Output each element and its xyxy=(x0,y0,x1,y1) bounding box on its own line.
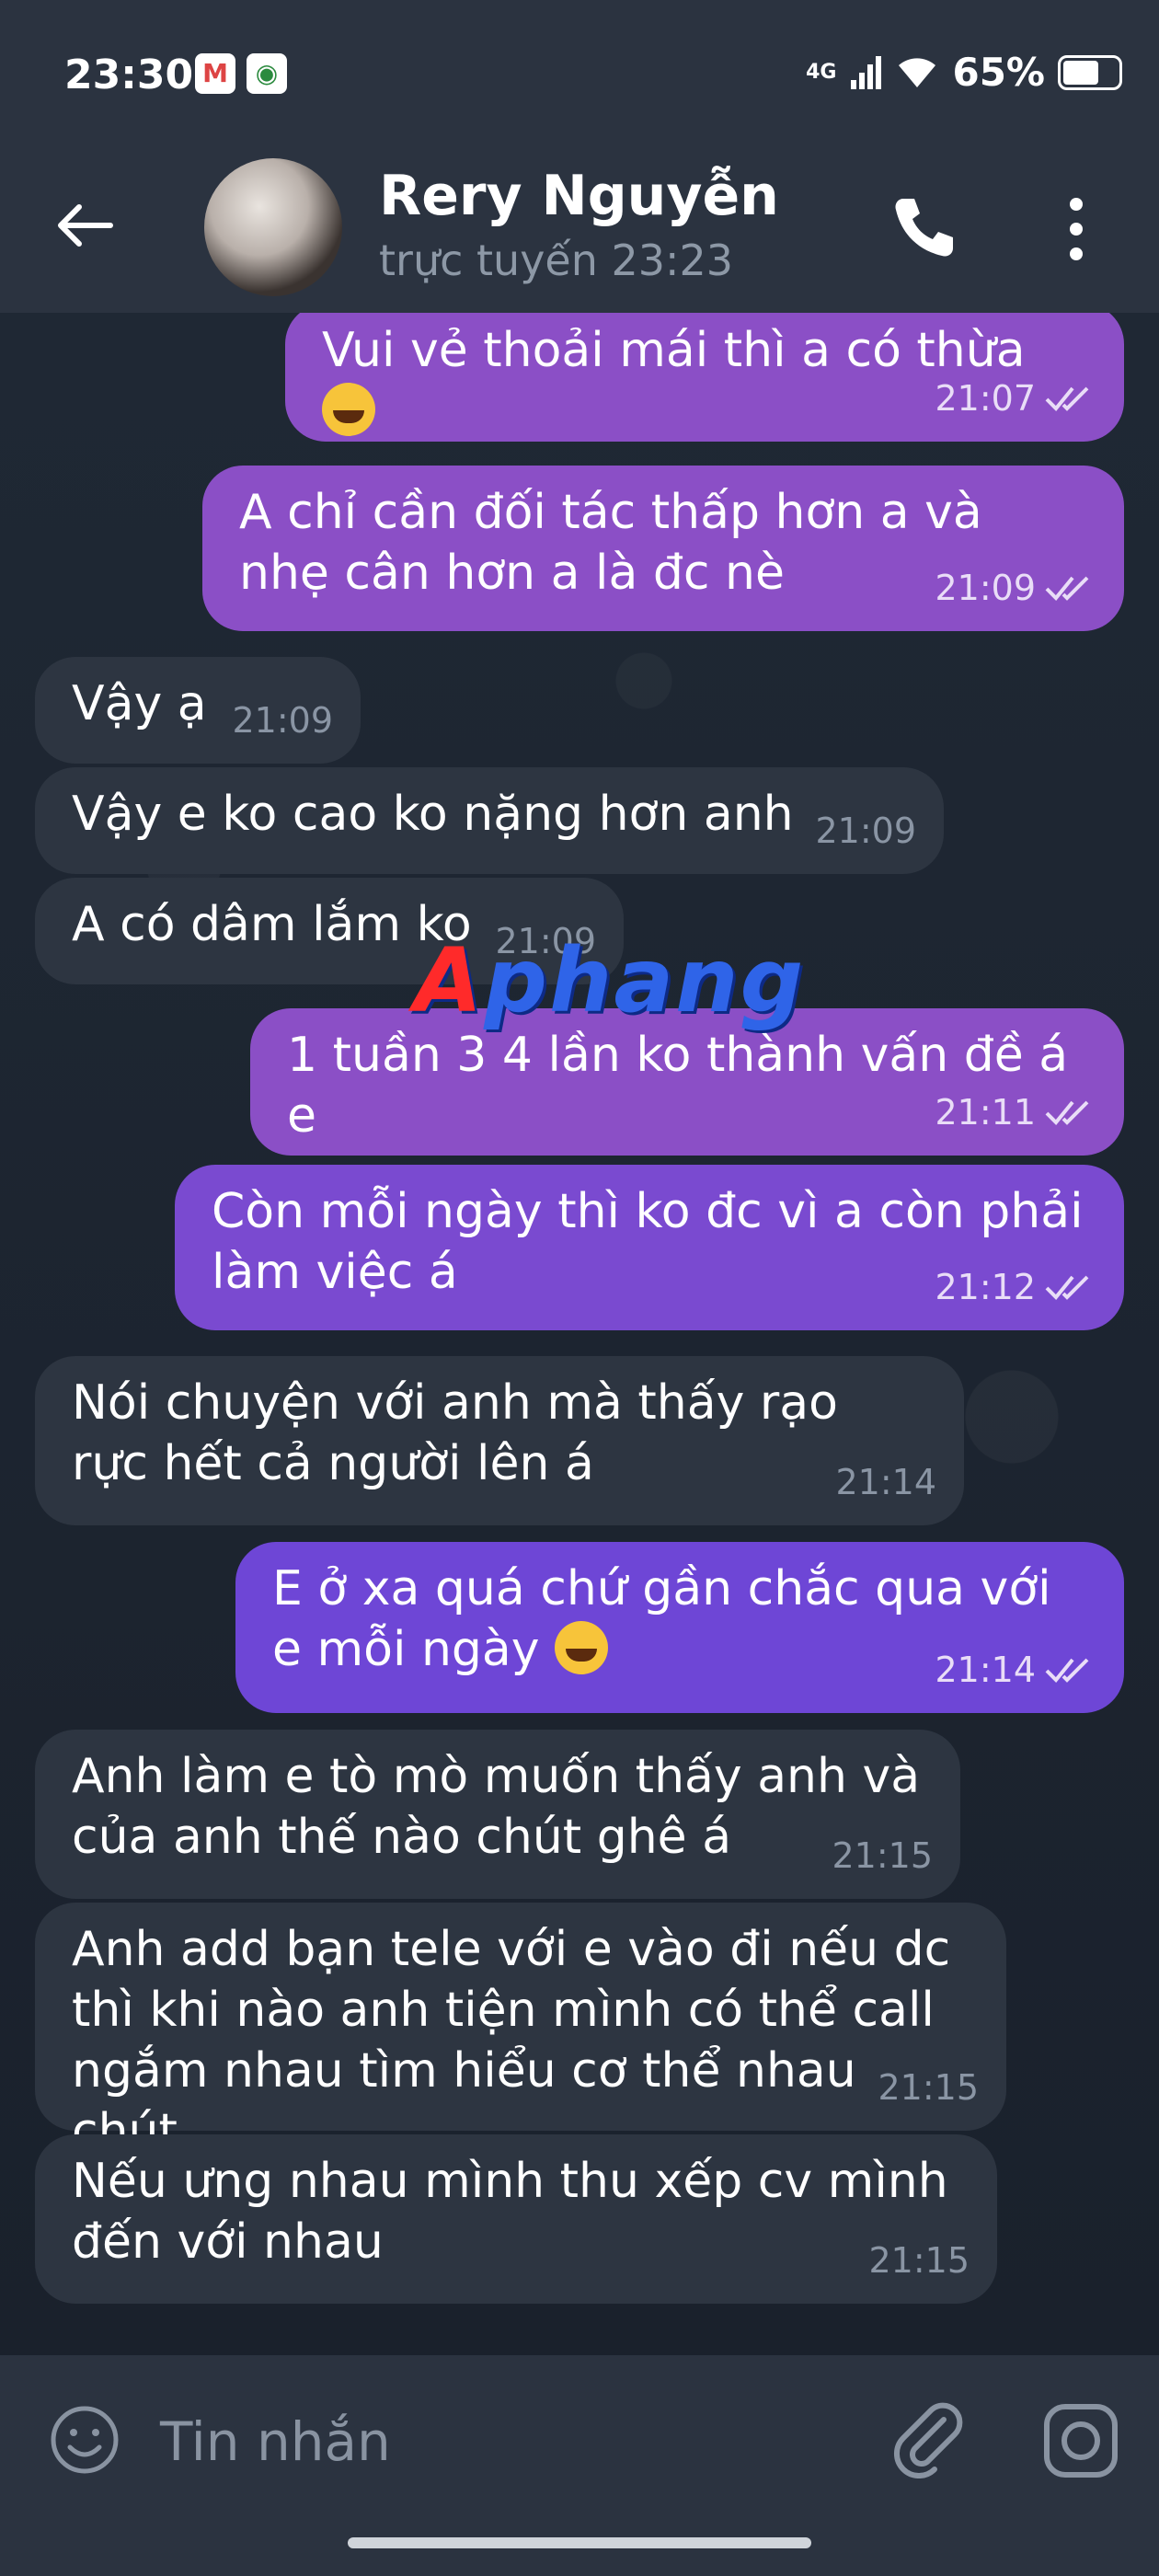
double-check-icon xyxy=(1045,1658,1089,1683)
signal-icon xyxy=(851,55,882,89)
message-outgoing[interactable]: A chỉ cần đối tác thấp hơn a và nhẹ cân … xyxy=(202,466,1124,631)
composer-bar: Tin nhắn xyxy=(0,2355,1159,2521)
message-time: 21:15 xyxy=(868,2240,970,2281)
laughing-emoji-icon xyxy=(555,1621,609,1674)
message-incoming[interactable]: Vậy ạ 21:09 xyxy=(35,657,361,764)
message-incoming[interactable]: Nếu ưng nhau mình thu xếp cv mình đến vớ… xyxy=(35,2134,997,2304)
message-meta: 21:15 xyxy=(832,1825,933,1886)
arrow-left-icon[interactable] xyxy=(55,202,114,248)
message-outgoing[interactable]: Vui vẻ thoải mái thì a có thừa 21:07 xyxy=(285,313,1124,442)
message-meta: 21:09 xyxy=(815,800,916,861)
message-incoming[interactable]: Anh làm e tò mò muốn thấy anh và của anh… xyxy=(35,1730,960,1899)
message-incoming[interactable]: Vậy e ko cao ko nặng hơn anh 21:09 xyxy=(35,767,944,874)
message-incoming[interactable]: Nói chuyện với anh mà thấy rạo rực hết c… xyxy=(35,1356,964,1525)
message-meta: 21:15 xyxy=(868,2230,970,2291)
message-outgoing[interactable]: Còn mỗi ngày thì ko đc vì a còn phải làm… xyxy=(175,1165,1124,1330)
message-meta: 21:07 xyxy=(935,368,1096,429)
message-time: 21:09 xyxy=(815,811,916,851)
message-input[interactable]: Tin nhắn xyxy=(160,2410,391,2473)
message-text: Anh add bạn tele với e vào đi nếu dc thì… xyxy=(72,1922,951,2159)
message-meta: 21:15 xyxy=(878,2057,979,2118)
chrome-icon: ◉ xyxy=(247,53,287,94)
status-bar: 23:30 M ◉ 4G 65% xyxy=(0,0,1159,156)
system-nav-bar xyxy=(0,2521,1159,2576)
battery-icon xyxy=(1058,54,1122,90)
message-text: Anh làm e tò mò muốn thấy anh và của anh… xyxy=(72,1749,921,1865)
message-incoming[interactable]: Anh add bạn tele với e vào đi nếu dc thì… xyxy=(35,1903,1006,2159)
message-text: Vui vẻ thoải mái thì a có thừa xyxy=(322,323,1026,378)
message-text: A có dâm lắm ko xyxy=(72,897,472,952)
message-meta: 21:11 xyxy=(935,1082,1096,1143)
message-time: 21:12 xyxy=(935,1267,1036,1307)
double-check-icon xyxy=(1045,1275,1089,1300)
double-check-icon xyxy=(1045,1100,1089,1125)
message-meta: 21:09 xyxy=(232,690,333,751)
message-list[interactable]: Vui vẻ thoải mái thì a có thừa 21:07 A c… xyxy=(0,313,1159,2355)
battery-percent: 65% xyxy=(952,50,1045,95)
message-time: 21:09 xyxy=(935,568,1036,608)
network-type: 4G xyxy=(806,61,837,84)
contact-name[interactable]: Rery Nguyễn xyxy=(379,164,779,228)
message-text: Vậy e ko cao ko nặng hơn anh xyxy=(72,787,794,842)
more-vert-icon[interactable] xyxy=(1067,195,1085,263)
message-meta: 21:14 xyxy=(935,1639,1096,1700)
message-meta: 21:14 xyxy=(835,1452,936,1512)
message-time: 21:14 xyxy=(935,1650,1036,1690)
chat-header: Rery Nguyễn trực tuyến 23:23 xyxy=(0,138,1159,313)
wifi-icon xyxy=(899,57,936,87)
gmail-icon: M xyxy=(195,53,235,94)
paperclip-icon[interactable] xyxy=(889,2399,968,2478)
smile-icon[interactable] xyxy=(48,2403,121,2477)
laughing-emoji-icon xyxy=(322,383,375,436)
message-meta: 21:12 xyxy=(935,1257,1096,1317)
home-indicator[interactable] xyxy=(348,2537,811,2548)
message-time: 21:09 xyxy=(232,700,333,741)
message-outgoing[interactable]: E ở xa quá chứ gần chắc qua với e mỗi ng… xyxy=(235,1542,1124,1713)
double-check-icon xyxy=(1045,386,1089,411)
message-time: 21:11 xyxy=(935,1092,1036,1133)
message-time: 21:15 xyxy=(878,2067,979,2108)
avatar[interactable] xyxy=(204,158,342,296)
status-time: 23:30 xyxy=(64,52,194,98)
phone-icon[interactable] xyxy=(890,193,958,261)
message-time: 21:15 xyxy=(832,1835,933,1876)
message-text: Nói chuyện với anh mà thấy rạo rực hết c… xyxy=(72,1375,838,1491)
double-check-icon xyxy=(1045,576,1089,601)
message-time: 21:14 xyxy=(835,1462,936,1502)
message-text: A chỉ cần đối tác thấp hơn a và nhẹ cân … xyxy=(239,485,982,601)
instagram-camera-icon[interactable] xyxy=(1041,2401,1120,2480)
message-meta: 21:09 xyxy=(935,558,1096,618)
contact-presence: trực tuyến 23:23 xyxy=(379,236,734,285)
message-text: Nếu ưng nhau mình thu xếp cv mình đến vớ… xyxy=(72,2154,948,2270)
watermark-logo: Aphang xyxy=(414,929,806,1032)
message-time: 21:07 xyxy=(935,378,1036,419)
status-right: 4G 65% xyxy=(806,50,1122,95)
message-text: Vậy ạ xyxy=(72,676,207,731)
